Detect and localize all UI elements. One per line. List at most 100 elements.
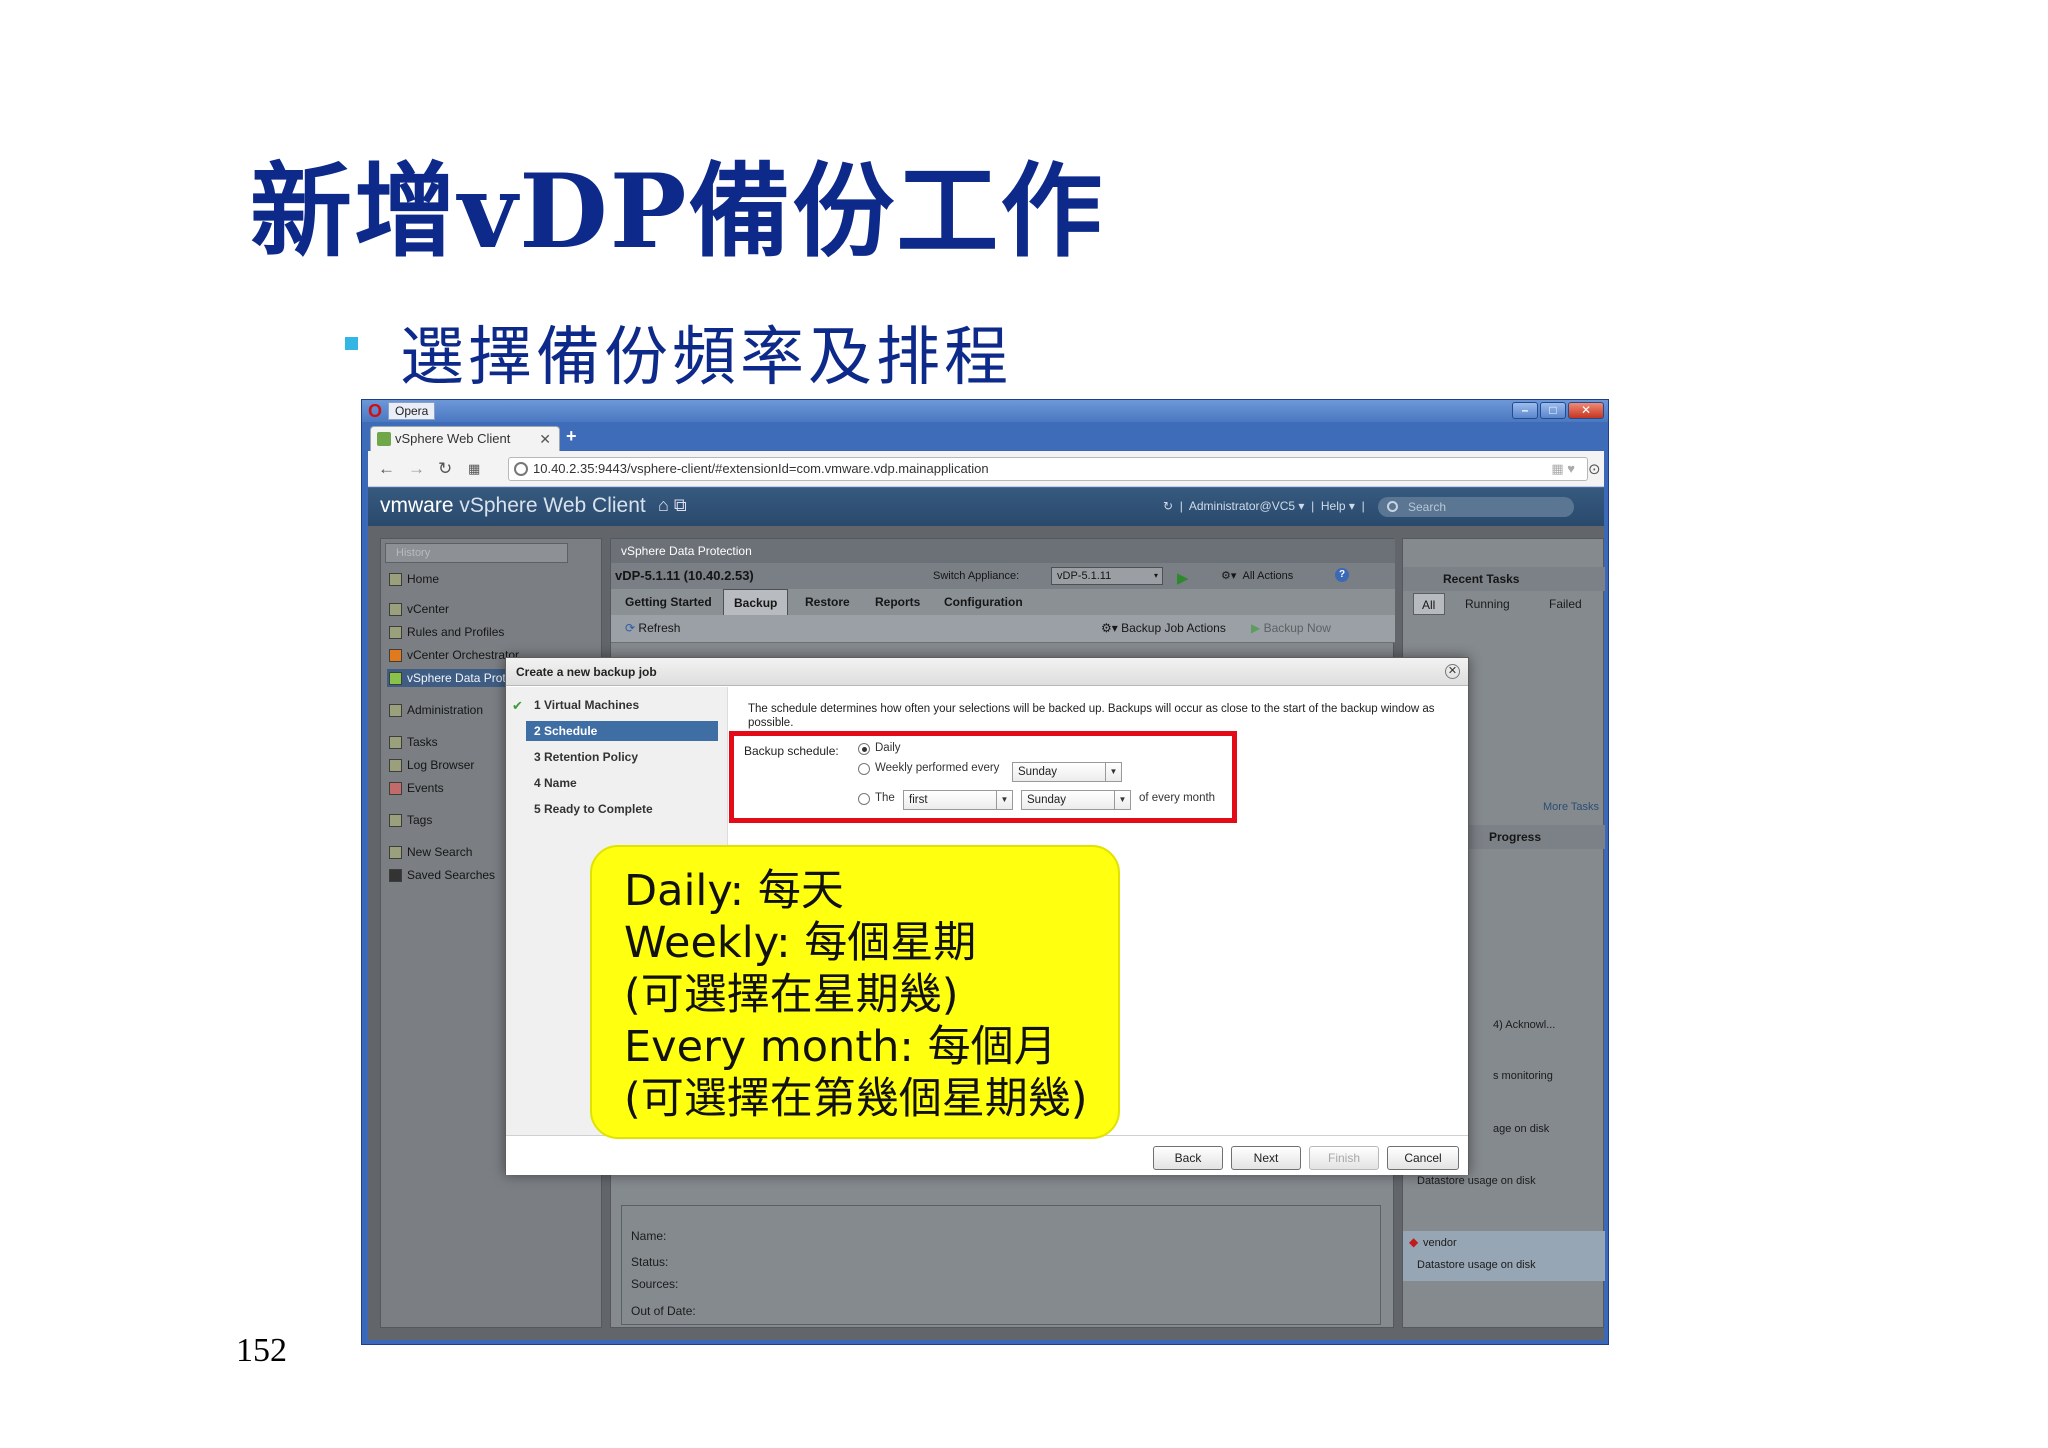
- search-icon: [1387, 501, 1398, 512]
- user-menu[interactable]: ↻ | Administrator@VC5 ▾ | Help ▾ |: [1163, 499, 1365, 513]
- close-window-icon[interactable]: ✕: [1568, 402, 1604, 419]
- home-icon[interactable]: ⌂ ⧉: [658, 495, 687, 516]
- alarm-usage: age on disk: [1493, 1123, 1550, 1135]
- address-bar-row: ← → ↻ ▦ 10.40.2.35:9443/vsphere-client/#…: [368, 451, 1604, 487]
- alarm-vendor: vendor: [1423, 1237, 1457, 1249]
- tab-title: vSphere Web Client: [395, 431, 511, 446]
- back-arrow-icon[interactable]: ←: [378, 459, 395, 479]
- chevron-down-icon: ▼: [1114, 791, 1130, 809]
- vsphere-header: vmware vSphere Web Client ⌂ ⧉ ↻ | Admini…: [368, 488, 1604, 526]
- chevron-down-icon: ▼: [1105, 763, 1121, 781]
- radio-weekly-label: Weekly performed every: [875, 762, 1000, 774]
- step-schedule[interactable]: 2 Schedule: [526, 721, 718, 741]
- url-field[interactable]: 10.40.2.35:9443/vsphere-client/#extensio…: [508, 457, 1588, 481]
- administration-icon: [389, 704, 402, 717]
- finish-button[interactable]: Finish: [1309, 1146, 1379, 1170]
- speed-dial-icon[interactable]: ▦: [468, 461, 480, 477]
- alarm-vendor-row[interactable]: ◆ vendor Datastore usage on disk: [1403, 1231, 1605, 1281]
- alert-icon: ◆: [1409, 1235, 1419, 1249]
- step-name[interactable]: 4 Name: [526, 773, 718, 793]
- cancel-button[interactable]: Cancel: [1387, 1146, 1459, 1170]
- search-icon: [389, 846, 402, 859]
- download-icon[interactable]: ⊙: [1588, 460, 1601, 478]
- of-every-month-label: of every month: [1139, 792, 1216, 804]
- shield-icon: [389, 672, 402, 685]
- filter-all[interactable]: All: [1413, 593, 1445, 615]
- backup-job-actions-menu[interactable]: ⚙▾ Backup Job Actions: [1101, 621, 1226, 635]
- callout-line-monthly: Every month: 每個月: [624, 1022, 1057, 1072]
- search-input[interactable]: Search: [1378, 497, 1574, 517]
- filter-failed[interactable]: Failed: [1549, 593, 1582, 615]
- slide-subtitle: 選擇備份頻率及排程: [400, 321, 1012, 395]
- next-button[interactable]: Next: [1231, 1146, 1301, 1170]
- appliance-select[interactable]: vDP-5.1.11 ▾: [1051, 567, 1163, 585]
- radio-weekly[interactable]: [858, 763, 870, 775]
- detail-sources-label: Sources:: [631, 1277, 679, 1291]
- schedule-description: The schedule determines how often your s…: [748, 703, 1435, 729]
- radio-daily[interactable]: [858, 743, 870, 755]
- alarm-datastore-usage-2: Datastore usage on disk: [1417, 1259, 1536, 1271]
- tab-configuration[interactable]: Configuration: [934, 589, 1033, 615]
- monthly-ordinal-select[interactable]: first ▼: [903, 790, 1013, 810]
- back-button[interactable]: Back: [1153, 1146, 1223, 1170]
- reload-icon[interactable]: ↻: [438, 459, 452, 479]
- step-ready-to-complete[interactable]: 5 Ready to Complete: [526, 799, 718, 819]
- step-virtual-machines[interactable]: 1 Virtual Machines: [526, 695, 718, 715]
- recent-tasks-header: Recent Tasks: [1403, 567, 1605, 591]
- detail-name-label: Name:: [631, 1229, 667, 1243]
- rules-icon: [389, 626, 402, 639]
- more-tasks-link[interactable]: More Tasks: [1543, 801, 1599, 813]
- tab-restore[interactable]: Restore: [795, 589, 860, 615]
- opera-logo-icon: O: [368, 401, 383, 421]
- tab-backup[interactable]: Backup: [723, 589, 789, 615]
- yellow-callout: Daily: 每天 Weekly: 每個星期 (可選擇在星期幾) Every m…: [590, 845, 1120, 1139]
- detail-out-of-date-label: Out of Date:: [631, 1304, 696, 1318]
- close-icon[interactable]: ✕: [1445, 664, 1460, 679]
- backup-now-button[interactable]: ▶ Backup Now: [1251, 621, 1331, 635]
- alarm-acknowledge: 4) Acknowl...: [1493, 1019, 1556, 1031]
- help-icon[interactable]: ?: [1335, 568, 1349, 582]
- opera-menu-button[interactable]: Opera: [388, 402, 436, 420]
- nav-item-home[interactable]: Home: [387, 570, 597, 588]
- nav-item-vcenter[interactable]: vCenter: [387, 600, 597, 618]
- heart-icon[interactable]: ▦ ♥: [1551, 458, 1575, 480]
- alarm-datastore-usage: Datastore usage on disk: [1417, 1175, 1536, 1187]
- globe-icon: [514, 462, 528, 476]
- step-retention-policy[interactable]: 3 Retention Policy: [526, 747, 718, 767]
- minimize-icon[interactable]: –: [1512, 402, 1538, 419]
- backup-toolbar: ⟳ Refresh ⚙▾ Backup Job Actions ▶ Backup…: [611, 615, 1395, 643]
- events-icon: [389, 782, 402, 795]
- radio-monthly[interactable]: [858, 793, 870, 805]
- backup-schedule-label: Backup schedule:: [744, 744, 839, 758]
- tasks-icon: [389, 736, 402, 749]
- browser-tab[interactable]: vSphere Web Client ✕: [370, 426, 560, 452]
- filter-running[interactable]: Running: [1465, 593, 1510, 615]
- vsphere-logo: vmware vSphere Web Client: [380, 494, 646, 517]
- switch-appliance-label: Switch Appliance:: [933, 570, 1020, 582]
- nav-item-rules-and-profiles[interactable]: Rules and Profiles: [387, 623, 597, 641]
- callout-line-monthly-note: (可選擇在第幾個星期幾): [624, 1074, 1088, 1124]
- dialog-footer: Back Next Finish Cancel: [506, 1135, 1468, 1175]
- alarm-monitoring: s monitoring: [1493, 1070, 1553, 1082]
- tab-close-icon[interactable]: ✕: [539, 427, 551, 451]
- chevron-down-icon: ▼: [996, 791, 1012, 809]
- radio-daily-label: Daily: [875, 742, 901, 754]
- monthly-day-select[interactable]: Sunday ▼: [1021, 790, 1131, 810]
- weekly-day-select[interactable]: Sunday ▼: [1012, 762, 1122, 782]
- history-dropdown[interactable]: History: [385, 543, 568, 563]
- dialog-title: Create a new backup job: [506, 658, 1468, 686]
- check-icon: ✔: [512, 698, 523, 713]
- appliance-bar: vDP-5.1.11 (10.40.2.53) Switch Appliance…: [611, 563, 1395, 589]
- maximize-icon[interactable]: □: [1540, 402, 1566, 419]
- tab-getting-started[interactable]: Getting Started: [615, 589, 722, 615]
- forward-arrow-icon[interactable]: →: [408, 459, 425, 479]
- refresh-button[interactable]: ⟳ Refresh: [625, 621, 680, 635]
- slide-title: 新增vDP備份工作: [250, 152, 1105, 272]
- log-icon: [389, 759, 402, 772]
- callout-line-weekly-note: (可選擇在星期幾): [624, 970, 959, 1020]
- all-actions-menu[interactable]: ⚙▾ All Actions: [1221, 568, 1293, 584]
- backup-detail-box: [621, 1205, 1381, 1325]
- tab-reports[interactable]: Reports: [865, 589, 930, 615]
- bullet-square: [345, 337, 358, 350]
- new-tab-icon[interactable]: +: [566, 426, 577, 447]
